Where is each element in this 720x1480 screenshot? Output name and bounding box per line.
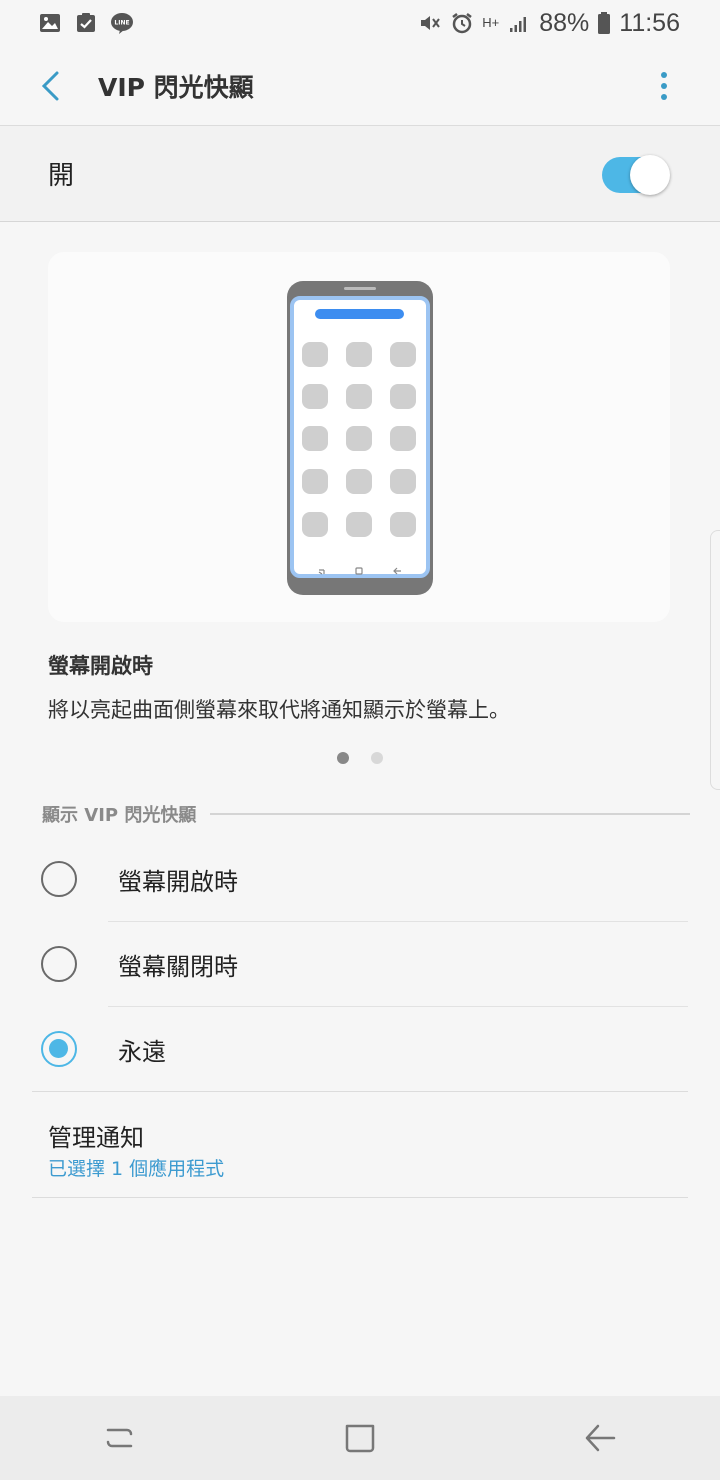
page-dot-2: [371, 752, 383, 764]
option-label: 螢幕關閉時: [118, 953, 238, 981]
line-app-icon: LINE: [111, 13, 133, 34]
section-title: 顯示 VIP 閃光快顯: [42, 805, 197, 826]
chevron-left-icon: [41, 71, 59, 100]
alarm-icon: [452, 13, 472, 34]
clock: 11:56: [619, 8, 680, 37]
mute-icon: [421, 16, 441, 30]
illustration-title: 螢幕開啟時: [48, 654, 153, 678]
row-divider: [32, 1197, 688, 1198]
back-icon: [585, 1424, 616, 1452]
svg-text:LINE: LINE: [114, 20, 129, 27]
manage-notifications-row[interactable]: 管理通知 已選擇 1 個應用程式: [0, 1092, 720, 1198]
master-toggle[interactable]: [602, 155, 670, 195]
home-icon: [345, 1424, 375, 1453]
option-label: 永遠: [118, 1038, 166, 1066]
option-label: 螢幕開啟時: [118, 868, 238, 896]
signal-icon: [510, 17, 527, 32]
section-header: 顯示 VIP 閃光快顯: [42, 800, 690, 828]
more-options-button[interactable]: [646, 68, 682, 104]
gallery-icon: [40, 14, 60, 32]
radio-button-selected[interactable]: [41, 1031, 77, 1067]
phone-illustration: [287, 281, 433, 595]
edge-panel-handle[interactable]: [710, 530, 720, 790]
status-system: H+ 88% 11:56: [418, 9, 680, 38]
manage-title: 管理通知: [48, 1124, 144, 1152]
navigate-up-button[interactable]: [22, 58, 78, 114]
more-vert-icon: [661, 72, 667, 100]
page-indicator: [337, 752, 383, 764]
battery-percent: 88%: [539, 8, 590, 37]
toggle-knob: [630, 155, 670, 195]
network-type: H+: [482, 15, 500, 30]
clipboard-check-icon: [77, 13, 95, 32]
manage-subtitle: 已選擇 1 個應用程式: [48, 1158, 225, 1180]
page-title: VIP 閃光快顯: [98, 72, 254, 102]
section-divider: [210, 813, 690, 815]
status-notifications: LINE: [38, 11, 134, 35]
master-switch-label: 開: [48, 161, 75, 191]
page-dot-1: [337, 752, 349, 764]
radio-button[interactable]: [41, 946, 77, 982]
navigation-bar: [0, 1396, 720, 1480]
illustration-description: 將以亮起曲面側螢幕來取代將通知顯示於螢幕上。: [48, 698, 510, 722]
master-switch-row[interactable]: 開: [0, 126, 720, 222]
option-screen-off[interactable]: 螢幕關閉時: [0, 922, 720, 1007]
home-button[interactable]: [330, 1408, 390, 1468]
option-always[interactable]: 永遠: [0, 1007, 720, 1092]
battery-icon: [598, 12, 611, 34]
recents-icon: [106, 1428, 133, 1448]
illustration-card[interactable]: [48, 252, 670, 622]
option-screen-on[interactable]: 螢幕開啟時: [0, 837, 720, 922]
recents-button[interactable]: [90, 1408, 150, 1468]
status-bar: LINE H+ 88% 11:56: [0, 0, 720, 46]
radio-button[interactable]: [41, 861, 77, 897]
back-button[interactable]: [570, 1408, 630, 1468]
app-bar: VIP 閃光快顯: [0, 46, 720, 126]
